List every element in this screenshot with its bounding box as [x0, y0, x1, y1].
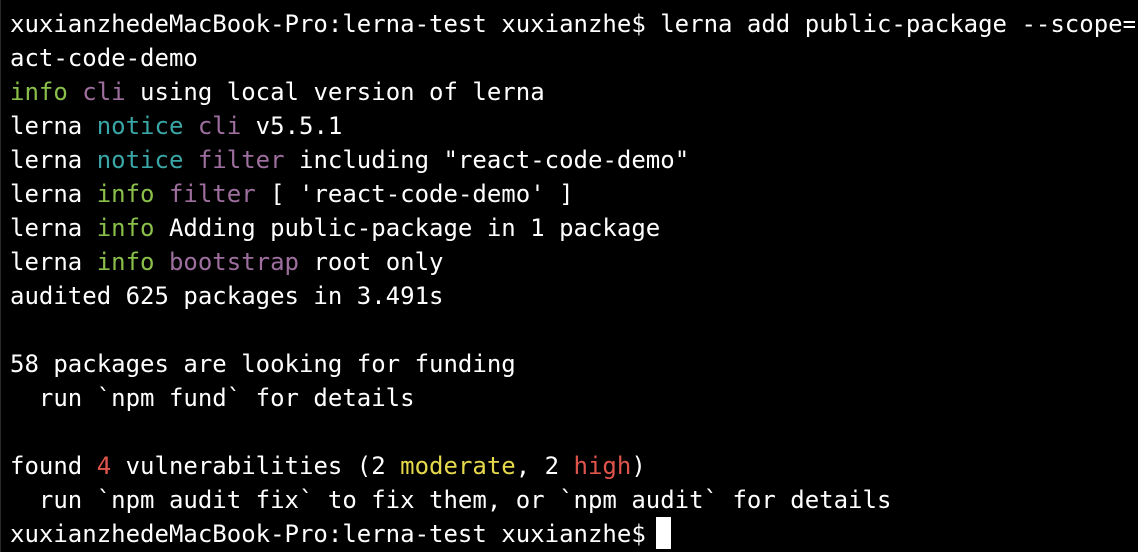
prompt-line[interactable]: xuxianzhedeMacBook-Pro:lerna-test xuxian…	[10, 517, 1135, 551]
terminal-text-segment: info	[96, 180, 155, 208]
terminal-text-segment: Adding public-package in 1 package	[154, 214, 661, 242]
terminal-text-segment: including "react-code-demo"	[284, 146, 690, 174]
terminal-text-segment: filter	[168, 180, 256, 208]
terminal-text-segment: 4	[96, 452, 112, 480]
terminal-text-segment: )	[631, 452, 646, 480]
terminal-line: act-code-demo	[10, 41, 1135, 75]
terminal-text-segment: run `npm audit fix` to fix them, or `npm…	[10, 486, 892, 514]
terminal-output: xuxianzhedeMacBook-Pro:lerna-test xuxian…	[10, 7, 1135, 551]
terminal-text-segment: 58 packages are looking for funding	[10, 350, 516, 378]
terminal-text-segment: notice	[96, 112, 184, 140]
shell-prompt: xuxianzhedeMacBook-Pro:lerna-test xuxian…	[10, 520, 646, 548]
terminal-line: lerna notice cli v5.5.1	[10, 109, 1135, 143]
terminal-line: lerna info filter [ 'react-code-demo' ]	[10, 177, 1135, 211]
terminal-line: lerna info Adding public-package in 1 pa…	[10, 211, 1135, 245]
terminal-window[interactable]: xuxianzhedeMacBook-Pro:lerna-test xuxian…	[0, 0, 1138, 552]
terminal-text-segment: , 2	[515, 452, 574, 480]
terminal-text-segment: act-code-demo	[10, 44, 198, 72]
terminal-text-segment: filter	[197, 146, 285, 174]
terminal-text-segment: cli	[82, 78, 126, 106]
terminal-text-segment: bootstrap	[168, 248, 299, 276]
terminal-line: info cli using local version of lerna	[10, 75, 1135, 109]
terminal-text-segment: notice	[96, 146, 184, 174]
terminal-text-segment: lerna	[10, 248, 97, 276]
terminal-text-segment: vulnerabilities (2	[111, 452, 401, 480]
terminal-text-segment: using local version of lerna	[125, 78, 545, 106]
terminal-text-segment: cli	[197, 112, 242, 140]
terminal-text-segment: lerna	[10, 180, 97, 208]
terminal-text-segment: lerna	[10, 112, 97, 140]
terminal-text-segment: v5.5.1	[241, 112, 343, 140]
terminal-text-segment: root only	[299, 248, 444, 276]
terminal-line: found 4 vulnerabilities (2 moderate, 2 h…	[10, 449, 1135, 483]
text-cursor	[655, 517, 671, 549]
terminal-text-segment: moderate	[400, 452, 516, 480]
terminal-text-segment: xuxianzhedeMacBook-Pro:lerna-test xuxian…	[10, 10, 1135, 38]
terminal-text-segment: lerna	[10, 214, 97, 242]
terminal-line: 58 packages are looking for funding	[10, 347, 1135, 381]
terminal-text-segment: lerna	[10, 146, 97, 174]
terminal-text-segment: high	[573, 452, 632, 480]
terminal-text-segment: found	[10, 452, 97, 480]
terminal-line: run `npm audit fix` to fix them, or `npm…	[10, 483, 1135, 517]
terminal-line: audited 625 packages in 3.491s	[10, 279, 1135, 313]
terminal-line: xuxianzhedeMacBook-Pro:lerna-test xuxian…	[10, 7, 1135, 41]
terminal-text-segment: info	[96, 214, 155, 242]
terminal-line: lerna info bootstrap root only	[10, 245, 1135, 279]
terminal-text-segment: audited 625 packages in 3.491s	[10, 282, 444, 310]
terminal-line: lerna notice filter including "react-cod…	[10, 143, 1135, 177]
terminal-text-segment: [ 'react-code-demo' ]	[255, 180, 574, 208]
terminal-text-segment: info	[96, 248, 155, 276]
terminal-line: run `npm fund` for details	[10, 381, 1135, 415]
terminal-text-segment: run `npm fund` for details	[10, 384, 415, 412]
terminal-text-segment: info	[10, 78, 68, 106]
